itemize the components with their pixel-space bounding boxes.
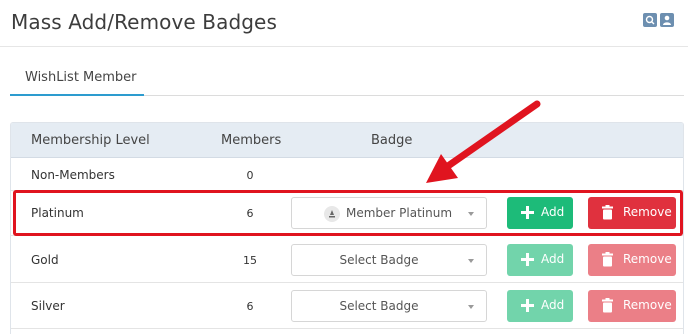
user-doc-icon[interactable]: [660, 13, 674, 27]
add-button[interactable]: Add: [507, 197, 573, 229]
member-count: 0: [246, 169, 254, 182]
remove-button[interactable]: Remove: [588, 197, 676, 229]
tab-bar: WishList Member: [10, 62, 684, 96]
remove-label: Remove: [623, 298, 672, 312]
add-label: Add: [541, 298, 565, 312]
remove-label: Remove: [623, 252, 672, 266]
badges-table: Membership Level Members Badge Non-Membe…: [10, 122, 684, 334]
badge-select[interactable]: Select Badge: [291, 290, 487, 322]
add-button[interactable]: Add: [507, 244, 573, 276]
plus-icon: [521, 299, 534, 312]
page-header: Mass Add/Remove Badges: [0, 0, 688, 47]
member-count: 6: [246, 300, 254, 313]
remove-label: Remove: [623, 205, 672, 219]
level-name: Non-Members: [31, 168, 115, 182]
remove-button[interactable]: Remove: [588, 244, 676, 276]
table-row: Platinum 6 Member Platinum Add Remove: [11, 191, 683, 236]
trash-icon: [602, 298, 613, 313]
chevron-down-icon: [468, 212, 474, 216]
header-badge: Badge: [371, 133, 413, 148]
add-label: Add: [541, 252, 565, 266]
chevron-down-icon: [468, 259, 474, 263]
badge-select-value: Select Badge: [339, 299, 419, 313]
level-name: Gold: [31, 253, 59, 267]
page-title: Mass Add/Remove Badges: [11, 10, 277, 34]
member-count: 6: [246, 207, 254, 220]
table-header: Membership Level Members Badge: [11, 123, 683, 158]
badge-select-value: Member Platinum: [345, 206, 453, 220]
member-count: 15: [243, 254, 257, 267]
add-button[interactable]: Add: [507, 290, 573, 322]
table-row: Silver 6 Select Badge Add Remove: [11, 283, 683, 329]
level-name: Silver: [31, 299, 65, 313]
add-label: Add: [541, 205, 565, 219]
level-name: Platinum: [31, 206, 84, 220]
search-doc-icon[interactable]: [643, 13, 657, 27]
tab-wishlist-member[interactable]: WishList Member: [10, 62, 144, 96]
remove-button[interactable]: Remove: [588, 290, 676, 322]
chevron-down-icon: [468, 305, 474, 309]
badge-select[interactable]: Member Platinum: [291, 197, 487, 229]
badge-select-value: Select Badge: [339, 253, 419, 267]
table-row: Non-Members 0: [11, 158, 683, 191]
plus-icon: [521, 253, 534, 266]
trash-icon: [602, 252, 613, 267]
header-members: Members: [221, 133, 282, 148]
badge-select[interactable]: Select Badge: [291, 244, 487, 276]
table-row: Gold 15 Select Badge Add Remove: [11, 237, 683, 283]
header-membership-level: Membership Level: [31, 133, 150, 148]
trash-icon: [602, 205, 613, 220]
plus-icon: [521, 206, 534, 219]
